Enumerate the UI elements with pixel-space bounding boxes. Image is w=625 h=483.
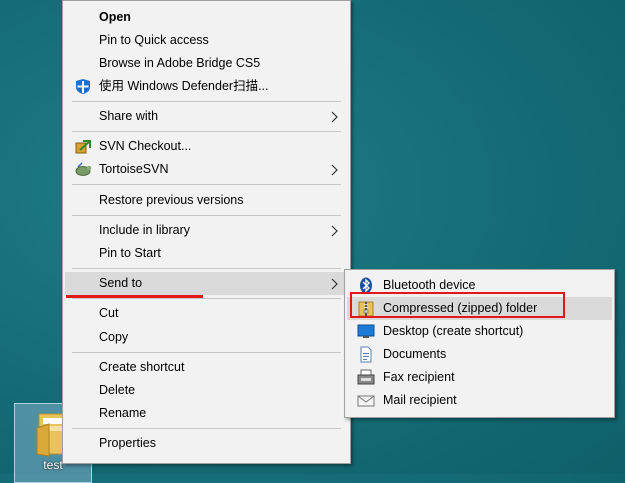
menu-item-label: Share with	[99, 109, 159, 123]
menu-separator	[72, 428, 341, 429]
fax-icon	[357, 369, 375, 385]
annotation-highlight-box	[350, 292, 565, 318]
menu-item-label: Send to	[99, 276, 143, 290]
menu-item-label: Browse in Adobe Bridge CS5	[99, 56, 261, 70]
chevron-right-icon	[331, 111, 338, 123]
chevron-right-icon	[331, 164, 338, 176]
svn-checkout-icon	[75, 140, 91, 154]
context-menu: Open Pin to Quick access Browse in Adobe…	[62, 0, 351, 464]
menu-item-browse-adobe-bridge[interactable]: Browse in Adobe Bridge CS5	[65, 52, 348, 75]
documents-icon	[360, 346, 372, 363]
menu-item-label: Open	[99, 10, 131, 24]
submenu-item-documents[interactable]: Documents	[347, 343, 612, 366]
menu-item-copy[interactable]: Copy	[65, 326, 348, 349]
menu-separator	[72, 131, 341, 132]
chevron-right-icon	[331, 225, 338, 237]
submenu-item-label: Desktop (create shortcut)	[383, 324, 524, 338]
submenu-item-mail-recipient[interactable]: Mail recipient	[347, 389, 612, 412]
menu-item-create-shortcut[interactable]: Create shortcut	[65, 356, 348, 379]
menu-item-properties[interactable]: Properties	[65, 432, 348, 455]
desktop-icon	[357, 324, 375, 338]
tortoisesvn-icon	[75, 162, 92, 176]
menu-separator	[72, 352, 341, 353]
menu-separator	[72, 298, 341, 299]
menu-separator	[72, 268, 341, 269]
menu-item-label: Delete	[99, 383, 136, 397]
menu-item-label: SVN Checkout...	[99, 139, 192, 153]
menu-item-label: Create shortcut	[99, 360, 185, 374]
submenu-item-fax-recipient[interactable]: Fax recipient	[347, 366, 612, 389]
menu-item-label: Pin to Start	[99, 246, 161, 260]
windows-defender-icon	[76, 79, 90, 94]
menu-item-label: Rename	[99, 406, 147, 420]
menu-item-label: Pin to Quick access	[99, 33, 209, 47]
menu-item-rename[interactable]: Rename	[65, 402, 348, 425]
menu-item-label: TortoiseSVN	[99, 162, 169, 176]
menu-item-delete[interactable]: Delete	[65, 379, 348, 402]
mail-icon	[357, 395, 375, 407]
menu-separator	[72, 215, 341, 216]
submenu-item-label: Fax recipient	[383, 370, 455, 384]
submenu-item-label: Documents	[383, 347, 447, 361]
menu-item-send-to[interactable]: Send to	[65, 272, 348, 295]
menu-item-windows-defender-scan[interactable]: 使用 Windows Defender扫描...	[65, 75, 348, 98]
menu-item-cut[interactable]: Cut	[65, 302, 348, 325]
menu-item-share-with[interactable]: Share with	[65, 105, 348, 128]
menu-item-tortoisesvn[interactable]: TortoiseSVN	[65, 158, 348, 181]
chevron-right-icon	[331, 278, 338, 290]
menu-item-include-in-library[interactable]: Include in library	[65, 219, 348, 242]
submenu-item-desktop-shortcut[interactable]: Desktop (create shortcut)	[347, 320, 612, 343]
menu-item-pin-quick-access[interactable]: Pin to Quick access	[65, 29, 348, 52]
annotation-underline	[66, 295, 203, 298]
menu-item-open[interactable]: Open	[65, 6, 348, 29]
submenu-item-label: Mail recipient	[383, 393, 457, 407]
menu-item-pin-to-start[interactable]: Pin to Start	[65, 242, 348, 265]
menu-separator	[72, 101, 341, 102]
menu-item-svn-checkout[interactable]: SVN Checkout...	[65, 135, 348, 158]
menu-item-label: Restore previous versions	[99, 193, 244, 207]
menu-item-restore-previous-versions[interactable]: Restore previous versions	[65, 189, 348, 212]
menu-item-label: Cut	[99, 306, 119, 320]
menu-item-label: 使用 Windows Defender扫描...	[99, 79, 269, 93]
menu-item-label: Include in library	[99, 223, 191, 237]
menu-separator	[72, 184, 341, 185]
menu-item-label: Properties	[99, 436, 156, 450]
menu-item-label: Copy	[99, 330, 129, 344]
